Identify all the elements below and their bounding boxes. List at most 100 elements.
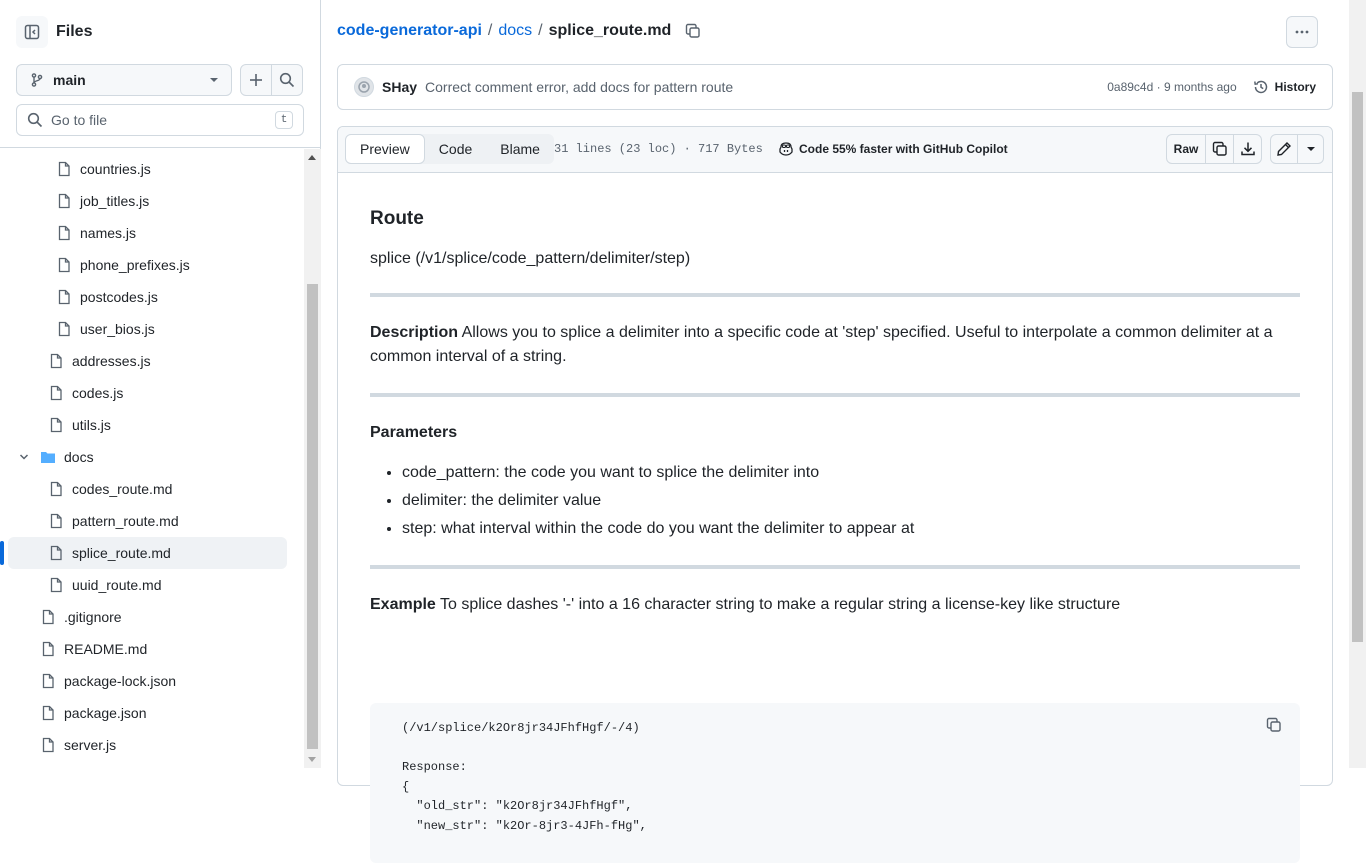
example-label: Example (370, 596, 436, 613)
chevron-down-icon[interactable] (18, 451, 30, 463)
tree-item-label: utils.js (72, 417, 111, 433)
breadcrumb: code-generator-api / docs / splice_route… (337, 22, 701, 40)
commit-message[interactable]: Correct comment error, add docs for patt… (425, 79, 1107, 95)
tree-file-item[interactable]: server.js (8, 729, 287, 761)
file-icon (40, 737, 56, 753)
tree-file-item[interactable]: uuid_route.md (8, 569, 287, 601)
sidebar-collapse-icon (24, 24, 40, 40)
copilot-promo-text: Code 55% faster with GitHub Copilot (799, 142, 1008, 156)
breadcrumb-repo-link[interactable]: code-generator-api (337, 22, 482, 40)
more-options-button[interactable] (1286, 16, 1318, 48)
file-icon (40, 705, 56, 721)
commit-author[interactable]: SHay (382, 79, 417, 95)
edit-options-dropdown[interactable] (1298, 134, 1324, 164)
copilot-icon (779, 142, 793, 156)
copy-code-button[interactable] (1266, 717, 1286, 737)
tree-file-item[interactable]: codes.js (8, 377, 287, 409)
download-icon (1240, 142, 1255, 156)
copilot-promo-link[interactable]: Code 55% faster with GitHub Copilot (778, 141, 1008, 157)
tree-file-item[interactable]: splice_route.md (0, 537, 287, 569)
tree-item-label: pattern_route.md (72, 513, 179, 529)
tree-item-label: uuid_route.md (72, 577, 162, 593)
edit-file-button[interactable] (1270, 134, 1298, 164)
page-scrollbar-thumb[interactable] (1352, 92, 1363, 642)
tree-item-label: codes_route.md (72, 481, 173, 497)
tree-file-item[interactable]: README.md (8, 633, 287, 665)
tree-file-item[interactable]: codes_route.md (8, 473, 287, 505)
route-paragraph: splice (/v1/splice/code_pattern/delimite… (370, 250, 691, 267)
tree-item-label: .gitignore (64, 609, 122, 625)
file-tree: countries.js job_titles.js names.js phone_p… (0, 149, 304, 768)
copy-path-button[interactable] (685, 23, 701, 39)
description-paragraph: Description Allows you to splice a delim… (370, 321, 1300, 369)
tree-item-label: names.js (80, 225, 137, 241)
file-icon (40, 609, 56, 625)
download-button[interactable] (1234, 134, 1262, 164)
sidebar-scrollbar-thumb[interactable] (307, 284, 318, 749)
git-branch-icon (31, 73, 43, 87)
pencil-icon (1277, 142, 1291, 156)
tree-file-item[interactable]: phone_prefixes.js (8, 249, 287, 281)
plus-icon (250, 74, 262, 86)
scroll-up-arrow[interactable] (308, 155, 316, 160)
file-lines-info: 31 lines (23 loc) · 717 Bytes (554, 142, 763, 156)
file-icon (56, 161, 72, 177)
tree-item-label: user_bios.js (80, 321, 155, 337)
search-code-button[interactable] (271, 64, 303, 96)
page-scrollbar[interactable] (1349, 0, 1366, 768)
file-icon (48, 417, 64, 433)
history-button[interactable]: History (1253, 79, 1316, 95)
tree-file-item[interactable]: postcodes.js (8, 281, 287, 313)
tab-code[interactable]: Code (425, 134, 486, 164)
copy-icon (1266, 717, 1281, 732)
tree-file-item[interactable]: user_bios.js (8, 313, 287, 345)
go-to-file-input[interactable] (51, 112, 275, 128)
description-label: Description (370, 324, 459, 341)
tree-file-item[interactable]: .gitignore (8, 601, 287, 633)
file-toolbar: Raw (1166, 134, 1324, 164)
tree-item-label: README.md (64, 641, 148, 657)
sidebar-scrollbar[interactable] (304, 149, 321, 768)
tree-file-item[interactable]: package-lock.json (8, 665, 287, 697)
copy-raw-button[interactable] (1206, 134, 1234, 164)
add-file-button[interactable] (240, 64, 272, 96)
avatar[interactable] (354, 77, 374, 97)
user-avatar-icon (358, 81, 370, 93)
raw-button[interactable]: Raw (1166, 134, 1206, 164)
code-block: (/v1/splice/k2Or8jr34JFhfHgf/-/4) Respon… (370, 703, 1300, 863)
tab-blame[interactable]: Blame (486, 134, 554, 164)
list-item: code_pattern: the code you want to splic… (402, 461, 914, 489)
parameters-list: code_pattern: the code you want to splic… (402, 461, 914, 545)
tab-preview[interactable]: Preview (345, 134, 425, 164)
file-icon (56, 321, 72, 337)
example-text: To splice dashes '-' into a 16 character… (435, 596, 1121, 613)
tree-folder-docs[interactable]: docs (8, 441, 287, 473)
file-icon (56, 289, 72, 305)
tree-item-label: package-lock.json (64, 673, 177, 689)
search-icon (279, 72, 295, 88)
caret-down-icon (1306, 147, 1315, 151)
branch-selector[interactable]: main (16, 64, 232, 96)
markdown-heading: Route (370, 208, 424, 229)
tree-file-item[interactable]: names.js (8, 217, 287, 249)
tree-file-item[interactable]: addresses.js (8, 345, 287, 377)
file-icon (40, 673, 56, 689)
search-icon (27, 112, 43, 128)
file-icon (56, 225, 72, 241)
sidebar-header: Files main t (0, 0, 320, 148)
go-to-file-field[interactable]: t (16, 104, 304, 136)
tree-file-item[interactable]: countries.js (8, 153, 287, 185)
breadcrumb-folder-link[interactable]: docs (498, 22, 532, 40)
tree-file-item[interactable]: package.json (8, 697, 287, 729)
file-icon (40, 641, 56, 657)
scroll-down-arrow[interactable] (308, 757, 316, 762)
folder-icon (40, 449, 56, 465)
tree-file-item[interactable]: utils.js (8, 409, 287, 441)
tree-item-label: server.js (64, 737, 117, 753)
breadcrumb-separator: / (487, 22, 493, 39)
tree-file-item[interactable]: pattern_route.md (8, 505, 287, 537)
commit-meta[interactable]: 0a89c4d · 9 months ago (1107, 80, 1236, 94)
collapse-sidebar-button[interactable] (16, 16, 48, 48)
tree-item-label: splice_route.md (72, 545, 171, 561)
tree-file-item[interactable]: job_titles.js (8, 185, 287, 217)
